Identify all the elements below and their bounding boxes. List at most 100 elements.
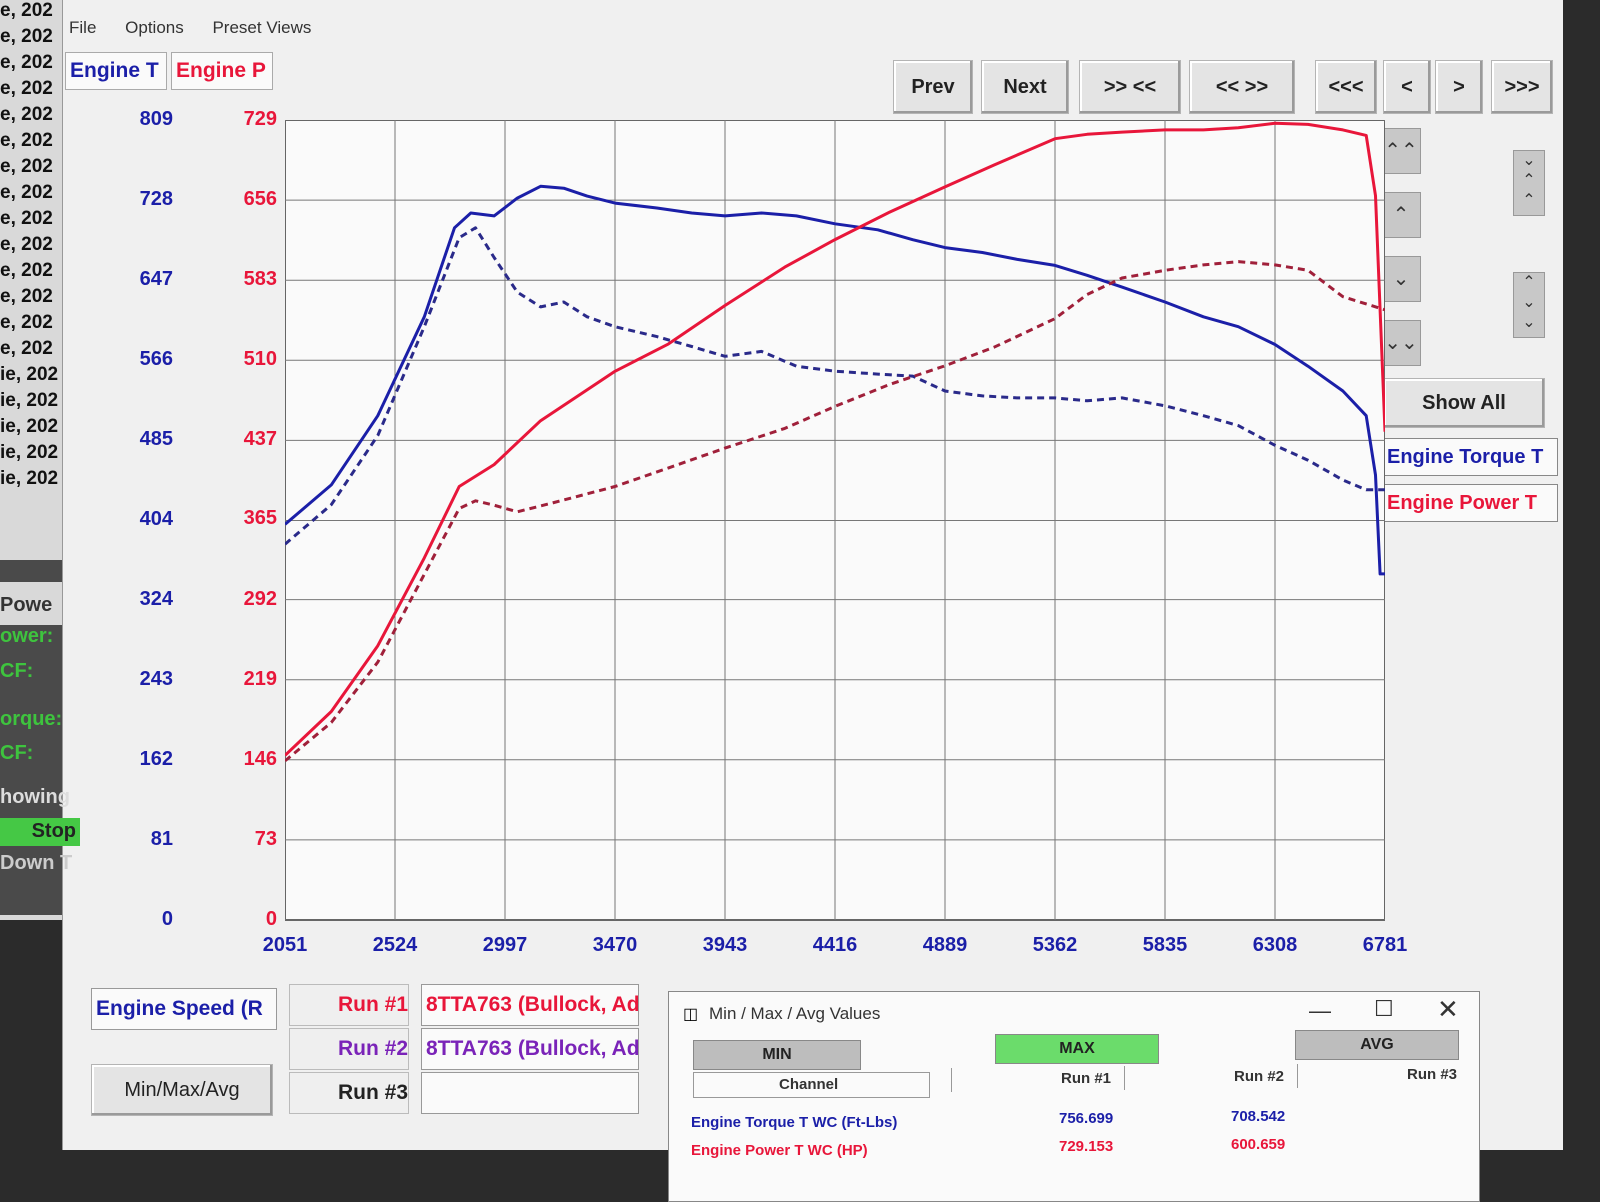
y-right-tick-label: 219 bbox=[243, 667, 277, 690]
expand-right-axis-icon-2[interactable]: ⌃ ⌄ ⌄ bbox=[1513, 272, 1545, 338]
x-tick-label: 3943 bbox=[702, 934, 748, 956]
log-row: e, 202 bbox=[0, 0, 53, 21]
stop-button[interactable]: Stop bbox=[0, 818, 80, 846]
show-all-button[interactable]: Show All bbox=[1383, 378, 1545, 428]
row-power-run1: 729.153 bbox=[1059, 1138, 1114, 1155]
y-right-tick-label: 656 bbox=[243, 188, 277, 211]
y-left-tick-label: 728 bbox=[139, 188, 173, 211]
y-left-tick-label: 81 bbox=[150, 827, 173, 850]
log-row: e, 202 bbox=[0, 130, 53, 151]
y-right-tick-label: 729 bbox=[243, 108, 277, 130]
x-tick-label: 2997 bbox=[482, 934, 528, 956]
run3-header: Run #3 bbox=[1407, 1066, 1458, 1083]
bg-label: Powe bbox=[0, 594, 53, 616]
first-button[interactable]: <<< bbox=[1315, 60, 1377, 114]
run1-label: Run #1 bbox=[289, 984, 409, 1026]
y-left-tick-label: 162 bbox=[139, 747, 173, 770]
scroll-top-icon[interactable]: ⌃⌃ bbox=[1381, 128, 1421, 174]
y-left-tick-label: 243 bbox=[139, 667, 173, 690]
x-tick-label: 2051 bbox=[262, 934, 308, 956]
run2-name[interactable]: 8TTA763 (Bullock, Ad bbox=[421, 1028, 639, 1070]
menu-file[interactable]: File bbox=[69, 18, 96, 37]
log-row: e, 202 bbox=[0, 260, 53, 281]
dialog-title: Min / Max / Avg Values bbox=[709, 1004, 881, 1023]
x-channel-field[interactable]: Engine Speed (R bbox=[91, 988, 277, 1030]
x-tick-label: 5835 bbox=[1142, 934, 1188, 956]
zoom-out-button[interactable]: << >> bbox=[1189, 60, 1295, 114]
min-button[interactable]: MIN bbox=[693, 1040, 861, 1070]
y-right-tick-label: 583 bbox=[243, 268, 277, 291]
x-tick-label: 5362 bbox=[1032, 934, 1078, 956]
maximize-icon[interactable]: ☐ bbox=[1374, 996, 1394, 1022]
dyno-window: File Options Preset Views Engine T Engin… bbox=[62, 0, 1563, 1150]
legend-engine-power[interactable]: Engine Power T bbox=[1382, 484, 1558, 522]
minimize-icon[interactable]: — bbox=[1309, 998, 1331, 1024]
run1-name[interactable]: 8TTA763 (Bullock, Ad bbox=[421, 984, 639, 1026]
y-right-tick-label: 292 bbox=[243, 587, 277, 610]
y-right-tick-label: 73 bbox=[254, 827, 277, 850]
log-row: e, 202 bbox=[0, 156, 53, 177]
log-row: ie, 202 bbox=[0, 390, 59, 411]
row-power-run2: 600.659 bbox=[1231, 1136, 1286, 1153]
log-row: e, 202 bbox=[0, 182, 53, 203]
min-max-avg-dialog: ◫ Min / Max / Avg Values — ☐ ✕ MIN MAX A… bbox=[668, 991, 1480, 1202]
log-row: e, 202 bbox=[0, 104, 53, 125]
y-left-tick-label: 324 bbox=[139, 587, 173, 610]
y-right-tick-label: 146 bbox=[243, 747, 277, 770]
log-row: e, 202 bbox=[0, 312, 53, 333]
bg-label: howing bbox=[0, 786, 70, 808]
x-tick-label: 2524 bbox=[372, 934, 418, 956]
next-button[interactable]: Next bbox=[981, 60, 1069, 114]
y-right-tick-label: 437 bbox=[243, 428, 277, 451]
x-tick-label: 4889 bbox=[922, 934, 968, 956]
menu-preset-views[interactable]: Preset Views bbox=[212, 18, 311, 37]
run3-label: Run #3 bbox=[289, 1072, 409, 1114]
bg-label: ower: bbox=[0, 625, 54, 647]
scroll-down-icon[interactable]: ⌄ bbox=[1381, 256, 1421, 302]
y-left-tick-label: 566 bbox=[139, 348, 173, 371]
log-row: e, 202 bbox=[0, 26, 53, 47]
row-torque-run1: 756.699 bbox=[1059, 1110, 1114, 1127]
log-row: ie, 202 bbox=[0, 364, 59, 385]
legend-engine-torque[interactable]: Engine Torque T bbox=[1382, 438, 1558, 476]
x-tick-label: 6781 bbox=[1362, 934, 1408, 956]
log-row: e, 202 bbox=[0, 208, 53, 229]
tab-engine-torque[interactable]: Engine T bbox=[65, 52, 167, 90]
row-torque-run2: 708.542 bbox=[1231, 1108, 1286, 1125]
log-row: e, 202 bbox=[0, 52, 53, 73]
close-icon[interactable]: ✕ bbox=[1437, 994, 1459, 1025]
y-left-tick-label: 647 bbox=[139, 268, 173, 291]
y-left-tick-label: 0 bbox=[161, 908, 173, 930]
forward-button[interactable]: > bbox=[1435, 60, 1483, 114]
max-button[interactable]: MAX bbox=[995, 1034, 1159, 1064]
tab-engine-power[interactable]: Engine P bbox=[171, 52, 273, 90]
log-row: ie, 202 bbox=[0, 468, 59, 489]
bg-label: CF: bbox=[0, 660, 34, 682]
run3-name[interactable] bbox=[421, 1072, 639, 1114]
zoom-in-button[interactable]: >> << bbox=[1079, 60, 1181, 114]
scroll-up-icon[interactable]: ⌃ bbox=[1381, 192, 1421, 238]
run2-label: Run #2 bbox=[289, 1028, 409, 1070]
x-tick-label: 4416 bbox=[812, 934, 858, 956]
log-row: e, 202 bbox=[0, 338, 53, 359]
scroll-bottom-icon[interactable]: ⌄⌄ bbox=[1381, 320, 1421, 366]
expand-right-axis-icon[interactable]: ⌄ ⌃ ⌃ bbox=[1513, 150, 1545, 216]
row-power-name: Engine Power T WC (HP) bbox=[691, 1142, 868, 1159]
x-tick-label: 3470 bbox=[592, 934, 638, 956]
log-row: e, 202 bbox=[0, 286, 53, 307]
log-row: e, 202 bbox=[0, 234, 53, 255]
dyno-chart bbox=[285, 120, 1385, 921]
last-button[interactable]: >>> bbox=[1491, 60, 1553, 114]
y-right-tick-label: 365 bbox=[243, 507, 277, 530]
min-max-avg-button[interactable]: Min/Max/Avg bbox=[91, 1064, 273, 1116]
menu-options[interactable]: Options bbox=[125, 18, 184, 37]
avg-button[interactable]: AVG bbox=[1295, 1030, 1459, 1060]
run2-header: Run #2 bbox=[1234, 1068, 1285, 1085]
log-row: ie, 202 bbox=[0, 442, 59, 463]
bg-label: CF: bbox=[0, 742, 34, 764]
log-row: ie, 202 bbox=[0, 416, 59, 437]
run1-header: Run #1 bbox=[1061, 1070, 1112, 1087]
bg-label: orque: bbox=[0, 708, 63, 730]
prev-button[interactable]: Prev bbox=[893, 60, 973, 114]
back-button[interactable]: < bbox=[1383, 60, 1431, 114]
